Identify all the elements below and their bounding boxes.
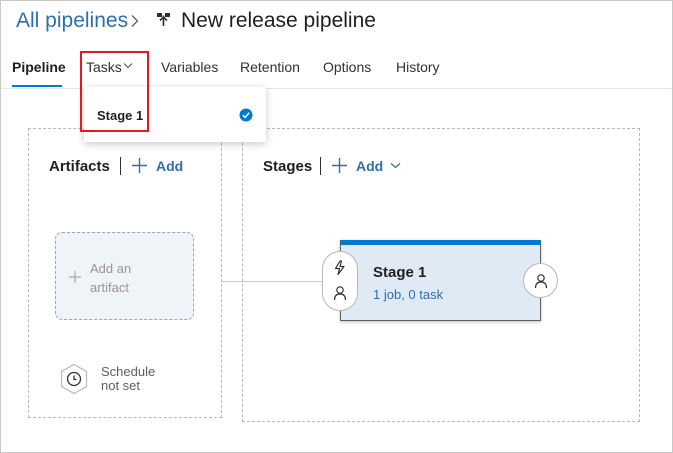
- tab-retention[interactable]: Retention: [240, 59, 300, 75]
- stage-name: Stage 1: [373, 264, 427, 281]
- person-icon[interactable]: [332, 285, 348, 301]
- page-title: New release pipeline: [181, 9, 376, 32]
- add-artifact-label-line2: artifact: [90, 280, 130, 295]
- tab-history[interactable]: History: [396, 59, 440, 75]
- plus-icon: [69, 271, 81, 283]
- pipeline-icon: [157, 13, 170, 26]
- lightning-icon[interactable]: [332, 260, 348, 276]
- schedule-status-line1: Schedule: [101, 364, 156, 379]
- add-artifact-button[interactable]: Add: [156, 158, 183, 174]
- artifacts-divider: [120, 157, 121, 175]
- plus-icon[interactable]: [132, 158, 147, 173]
- stage-tasks-link[interactable]: 1 job, 0 task: [373, 287, 443, 302]
- artifacts-title: Artifacts: [49, 158, 110, 175]
- add-artifact-label-line1: Add an: [90, 261, 132, 276]
- stages-divider: [320, 157, 321, 175]
- chevron-right-icon: [131, 15, 139, 27]
- tab-variables[interactable]: Variables: [161, 59, 218, 75]
- stages-title: Stages: [263, 158, 313, 175]
- post-deployment-conditions[interactable]: [523, 263, 558, 298]
- schedule-status-line2: not set: [101, 378, 141, 393]
- person-icon[interactable]: [533, 273, 549, 289]
- plus-icon[interactable]: [332, 158, 347, 173]
- stage-card[interactable]: Stage 1 1 job, 0 task: [340, 240, 541, 321]
- check-circle-icon: [239, 108, 253, 122]
- chevron-down-icon[interactable]: [390, 162, 401, 169]
- clock-icon[interactable]: [59, 363, 89, 395]
- tab-options[interactable]: Options: [323, 59, 371, 75]
- tab-pipeline[interactable]: Pipeline: [12, 59, 66, 75]
- add-artifact-card[interactable]: Add an artifact: [55, 232, 194, 320]
- all-pipelines-link[interactable]: All pipelines: [16, 9, 128, 33]
- pre-deployment-conditions[interactable]: [322, 251, 358, 311]
- add-stage-button[interactable]: Add: [356, 158, 383, 174]
- add-artifact-label: Add an artifact: [90, 259, 150, 297]
- schedule-status: Schedule not set: [101, 365, 155, 393]
- active-tab-indicator: [12, 85, 62, 87]
- tasks-highlight-box: [80, 51, 149, 132]
